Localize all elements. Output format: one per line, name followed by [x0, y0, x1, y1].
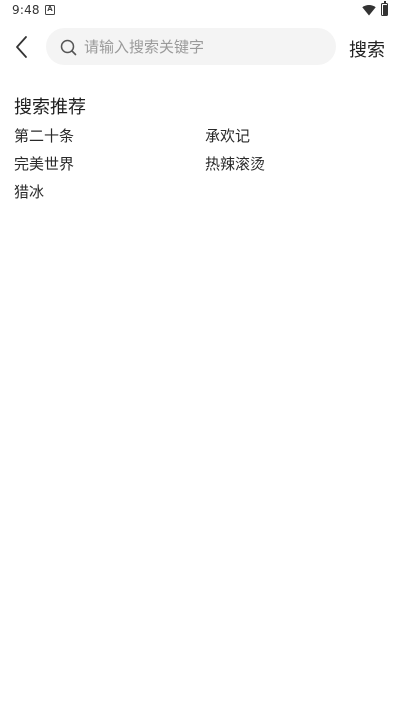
suggestion-item[interactable]: 猎冰 — [14, 181, 44, 202]
search-input[interactable] — [84, 28, 324, 65]
search-box[interactable] — [46, 28, 336, 65]
search-button[interactable]: 搜索 — [349, 36, 385, 62]
suggestion-item[interactable]: 完美世界 — [14, 153, 74, 174]
battery-icon — [381, 0, 388, 16]
section-title: 搜索推荐 — [14, 97, 86, 118]
a-letter-icon: A — [45, 5, 55, 15]
suggestion-item[interactable]: 承欢记 — [205, 125, 250, 146]
search-header: 搜索 — [0, 26, 400, 68]
status-bar: 9:48 A — [0, 0, 400, 22]
chevron-left-icon — [16, 36, 27, 58]
back-button[interactable] — [10, 33, 36, 61]
wifi-icon — [362, 4, 376, 16]
search-icon — [60, 39, 77, 56]
suggestion-item[interactable]: 第二十条 — [14, 125, 74, 146]
status-time: 9:48 — [12, 3, 40, 17]
suggestion-item[interactable]: 热辣滚烫 — [205, 153, 265, 174]
